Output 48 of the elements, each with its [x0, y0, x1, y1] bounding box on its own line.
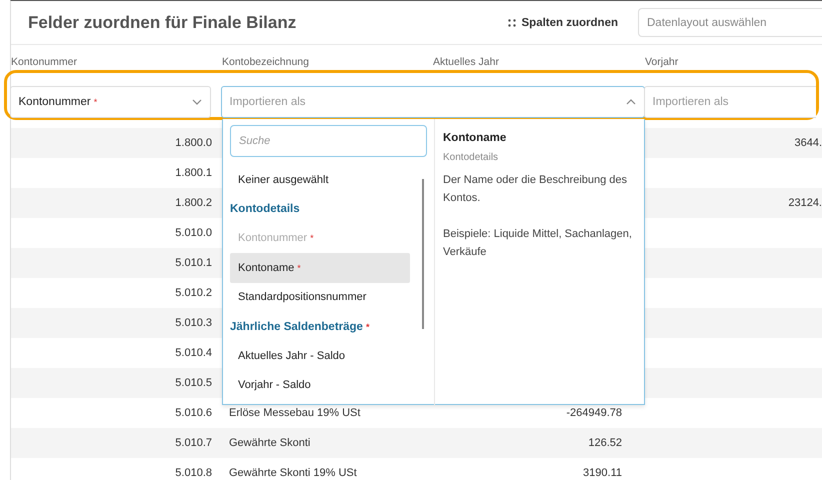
dropdown-option[interactable]: Vorjahr - Saldo [230, 370, 410, 400]
account-number-cell-text: 1.800.0 [174, 137, 213, 149]
amount-cell-text: 126.52 [587, 437, 623, 449]
required-mark: * [94, 96, 98, 106]
account-number-cell-text: 5.010.5 [174, 377, 213, 389]
account-number-cell-text: 1.800.2 [174, 197, 213, 209]
detail-title: Kontoname [443, 131, 508, 146]
column-header: Kontonummer [11, 55, 78, 70]
account-number-cell-text: 5.010.4 [174, 347, 213, 359]
dropdown-option[interactable]: Keiner ausgewählt [230, 165, 410, 194]
page-title: Felder zuordnen für Finale Bilanz [28, 12, 298, 32]
account-number-cell-text: 5.010.0 [174, 227, 213, 239]
account-number-cell-text: 5.010.8 [174, 467, 213, 479]
detail-examples: Beispiele: Liquide Mittel, Sachanlagen, Verkäufe [443, 227, 633, 260]
layout-select[interactable]: Datenlayout auswählen [638, 8, 822, 37]
account-number-cell-text: 5.010.1 [174, 257, 213, 269]
import-select[interactable]: Kontonummer * [10, 86, 210, 118]
chevron-up-icon [626, 98, 636, 104]
amount-cell-text: 3190.11 [582, 467, 623, 479]
detail-description: Der Name oder die Beschreibung des Kontos. [443, 173, 628, 206]
account-number-cell-text: 5.010.3 [174, 317, 213, 329]
account-number-cell-text: 1.800.1 [174, 167, 213, 179]
chevron-down-icon [192, 98, 202, 104]
option-group-label: Kontodetails [230, 202, 301, 218]
account-number-cell-text: 5.010.2 [174, 287, 213, 299]
amount-cell-text: 23124. [787, 197, 822, 209]
account-name-cell-text: Gewährte Skonti 19% USt [228, 467, 358, 479]
map-columns-button[interactable]: Spalten zuordnen [502, 12, 624, 32]
amount-cell-text: 3644. [793, 137, 822, 149]
account-number-cell-text: 5.010.7 [174, 437, 213, 449]
dropdown-option[interactable]: Kontoname * [230, 253, 410, 283]
required-mark: * [297, 262, 301, 273]
dropdown-option[interactable]: Aktuelles Jahr - Saldo [230, 341, 410, 371]
amount-cell-text: -264949.78 [565, 407, 623, 419]
required-mark: * [310, 233, 314, 244]
search-field[interactable]: Suche [230, 125, 427, 157]
required-mark: * [366, 322, 370, 332]
detail-category: Kontodetails [443, 151, 500, 165]
account-number-cell-text: 5.010.6 [174, 407, 213, 419]
column-header: Vorjahr [645, 55, 680, 70]
option-group-label: Jährliche Saldenbeträge * [230, 320, 370, 335]
dropdown-option: Kontonummer * [230, 224, 410, 254]
column-header: Aktuelles Jahr [433, 55, 500, 70]
account-name-cell-text: Erlöse Messebau 19% USt [228, 407, 362, 419]
column-header: Kontobezeichnung [222, 55, 310, 70]
account-name-cell-text: Gewährte Skonti [228, 437, 312, 449]
dots-icon [508, 18, 516, 26]
dropdown-option[interactable]: Standardpositionsnummer [230, 282, 410, 312]
